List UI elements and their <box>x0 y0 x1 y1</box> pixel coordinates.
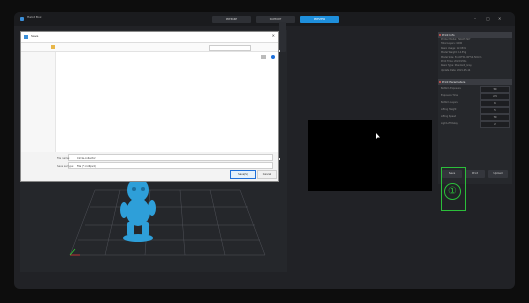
upload-button[interactable]: Upload <box>488 170 508 178</box>
filetype-label: Save as type: <box>57 165 74 168</box>
param-row: Bottom Layers 6 <box>438 99 512 108</box>
file-list[interactable] <box>56 52 278 152</box>
filename-value: Circle-collector <box>77 157 96 160</box>
param-row: Light-off Delay 2 <box>438 120 512 129</box>
dialog-titlebar: Save ✕ <box>21 32 278 43</box>
help-icon[interactable] <box>271 55 275 59</box>
section-bullet-icon <box>439 81 441 84</box>
view-options-icon[interactable] <box>261 55 266 59</box>
param-row: Bottom Exposure 50 <box>438 85 512 94</box>
nav-tabs: PREPARE SUPPORT PREVIEW <box>212 16 339 23</box>
param-row: Lifting Height 5 <box>438 106 512 115</box>
print-info-panel: Print Info Printer Model: HALOT-SKY Tota… <box>438 32 512 184</box>
view-toolbar[interactable] <box>279 22 286 52</box>
filename-field[interactable]: File name: Circle-collector <box>57 154 273 161</box>
filetype-select[interactable]: Save as type: File (*.cxdlpv4) <box>57 162 273 169</box>
filename-label: File name: <box>57 157 70 160</box>
annotation-step-marker: ① <box>444 183 461 200</box>
title-bar: Halot Box PREPARE SUPPORT PREVIEW – ▢ ✕ <box>14 12 515 26</box>
dialog-title: Save <box>31 34 39 38</box>
close-button[interactable]: ✕ <box>498 16 501 21</box>
navigation-pane[interactable] <box>21 52 56 152</box>
param-row: Exposure Time 2.5 <box>438 92 512 101</box>
info-line: Update Date: 2021-05-14 <box>441 68 471 72</box>
tab-prepare[interactable]: PREPARE <box>212 16 251 23</box>
tab-support[interactable]: SUPPORT <box>256 16 295 23</box>
maximize-button[interactable]: ▢ <box>486 16 490 21</box>
mouse-cursor-icon <box>376 133 380 139</box>
app-logo-icon <box>20 17 24 21</box>
param-input[interactable]: 2 <box>480 121 510 129</box>
filetype-value: File (*.cxdlpv4) <box>77 165 96 168</box>
folder-icon <box>51 45 55 49</box>
tab-preview[interactable]: PREVIEW <box>300 16 339 23</box>
3d-model[interactable] <box>118 176 162 246</box>
param-row: Lifting Speed 70 <box>438 113 512 122</box>
save-confirm-button[interactable]: Save(S) <box>230 170 256 179</box>
print-info-header: Print Info <box>438 32 512 38</box>
section-bullet-icon <box>439 34 441 36</box>
slice-preview <box>308 120 432 191</box>
cancel-button[interactable]: Cancel <box>257 170 277 179</box>
save-dialog: Save ✕ File name: Circle-collector Save … <box>20 31 279 182</box>
print-button[interactable]: Print <box>465 170 485 178</box>
search-input[interactable] <box>209 45 251 51</box>
dialog-close-button[interactable]: ✕ <box>272 33 275 38</box>
dialog-app-icon <box>24 35 28 39</box>
app-title: Halot Box <box>27 15 42 19</box>
minimize-button[interactable]: – <box>474 16 476 21</box>
address-bar[interactable] <box>21 43 278 52</box>
